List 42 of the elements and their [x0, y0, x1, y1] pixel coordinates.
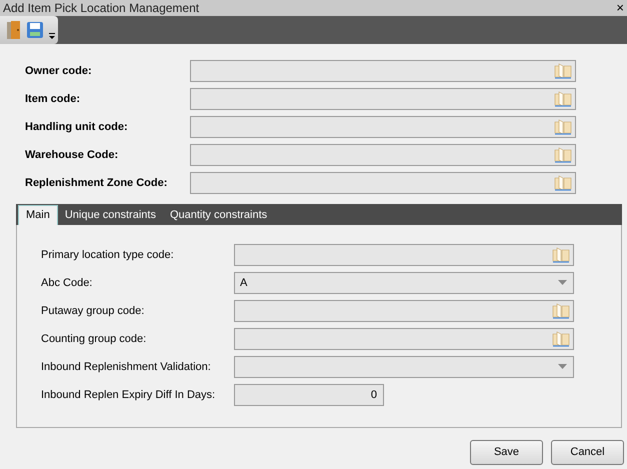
- book-icon[interactable]: [553, 119, 573, 135]
- lookup-field[interactable]: [190, 88, 576, 110]
- lookup-field[interactable]: [234, 328, 574, 350]
- lookup-field[interactable]: [190, 116, 576, 138]
- window-title: Add Item Pick Location Management: [3, 0, 200, 16]
- tab[interactable]: Main: [18, 205, 58, 225]
- book-icon[interactable]: [553, 175, 573, 191]
- dropdown-field[interactable]: [234, 356, 574, 378]
- field-label: Item code:: [25, 92, 82, 107]
- tab[interactable]: Quantity constraints: [162, 206, 274, 225]
- dropdown-icon[interactable]: [48, 31, 56, 41]
- book-icon[interactable]: [551, 247, 571, 263]
- field-label: Warehouse Code:: [25, 148, 120, 163]
- book-icon[interactable]: [551, 331, 571, 347]
- lookup-field[interactable]: [190, 60, 576, 82]
- lookup-field[interactable]: [190, 172, 576, 194]
- field-label: Handling unit code:: [25, 120, 129, 135]
- close-button[interactable]: ×: [616, 1, 624, 15]
- field-label: Inbound Replenishment Validation:: [41, 360, 212, 375]
- field-label: Inbound Replen Expiry Diff In Days:: [41, 388, 216, 403]
- dialog-button[interactable]: Save: [470, 440, 543, 465]
- caret-icon[interactable]: [558, 280, 567, 286]
- book-icon[interactable]: [553, 147, 573, 163]
- book-icon[interactable]: [553, 91, 573, 107]
- field-label: Owner code:: [25, 64, 93, 79]
- lookup-field[interactable]: [234, 300, 574, 322]
- lookup-field[interactable]: [234, 244, 574, 266]
- field-label: Abc Code:: [41, 276, 94, 291]
- field-label: Putaway group code:: [41, 304, 146, 319]
- save-icon[interactable]: [26, 21, 44, 39]
- field-label: Primary location type code:: [41, 248, 175, 263]
- tab[interactable]: Unique constraints: [58, 206, 163, 225]
- book-icon[interactable]: [553, 63, 573, 79]
- dropdown-field[interactable]: A: [234, 272, 574, 294]
- dialog-button[interactable]: Cancel: [551, 440, 624, 465]
- field-label: Counting group code:: [41, 332, 148, 347]
- number-field[interactable]: 0: [234, 384, 384, 406]
- caret-icon[interactable]: [558, 364, 567, 370]
- door-icon[interactable]: [6, 20, 22, 40]
- lookup-field[interactable]: [190, 144, 576, 166]
- book-icon[interactable]: [551, 303, 571, 319]
- field-label: Replenishment Zone Code:: [25, 176, 168, 191]
